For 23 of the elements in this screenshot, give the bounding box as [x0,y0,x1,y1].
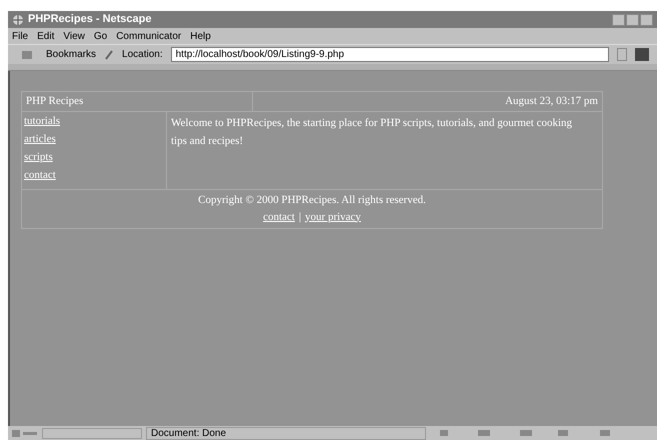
app-icon [12,14,24,26]
location-label: Location: [122,48,163,62]
menu-item[interactable]: Edit [37,28,54,44]
url-field[interactable]: http://localhost/book/09/Listing9-9.php [170,47,609,62]
menu-item[interactable]: View [63,28,85,44]
window-title: PHPRecipes - Netscape [28,12,152,28]
separator: | [298,210,302,224]
bookmarks-button[interactable]: Bookmarks [46,47,96,62]
maximize-button[interactable] [626,14,639,26]
status-text: Document: Done [146,426,426,440]
security-icon [12,428,38,438]
menu-item[interactable]: Communicator [116,28,182,44]
copyright-text: Copyright © 2000 PHPRecipes. All rights reserved. [198,192,426,208]
site-title: PHP Recipes [22,92,253,110]
date-text: August 23, 03:17 pm [504,94,599,109]
location-icon [104,48,114,60]
menu-item[interactable]: Go [94,28,108,44]
dropdown-button[interactable] [616,48,627,61]
close-button[interactable] [640,14,653,26]
minimize-button[interactable] [612,14,625,26]
menu-item[interactable]: Help [190,28,211,44]
menu-item[interactable]: File [12,28,28,44]
welcome-text: Welcome to PHPRecipes, the starting place for PHP scripts, tutorials, and gourmet cooking tips and recipes! [170,116,574,148]
